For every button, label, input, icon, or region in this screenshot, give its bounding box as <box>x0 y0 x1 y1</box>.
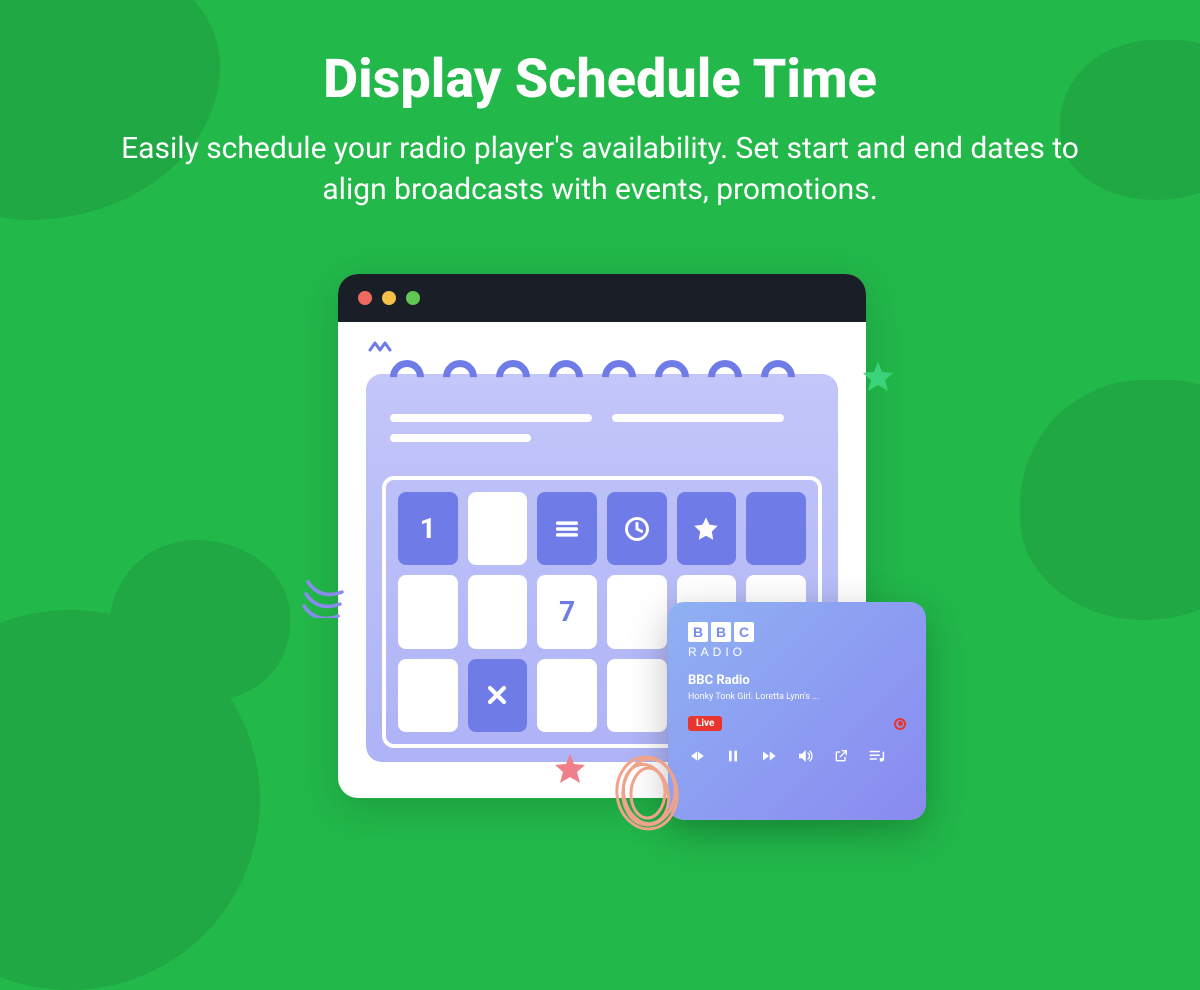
track-title: Honky Tonk Girl. Loretta Lynn's ... <box>688 692 906 702</box>
calendar-day-1[interactable]: 1 <box>398 492 458 565</box>
volume-button[interactable] <box>796 747 814 765</box>
skip-forward-icon <box>760 747 778 765</box>
playlist-button[interactable] <box>868 747 886 765</box>
player-controls <box>688 747 906 765</box>
page-title: Display Schedule Time <box>0 0 1200 111</box>
star-icon <box>692 515 720 543</box>
calendar-day-star[interactable] <box>677 492 737 565</box>
close-icon[interactable] <box>358 291 372 305</box>
popout-button[interactable] <box>832 748 850 764</box>
calendar-day[interactable] <box>607 659 667 732</box>
calendar-day[interactable] <box>468 492 528 565</box>
logo-letter: B <box>688 622 708 642</box>
playlist-icon <box>868 747 886 765</box>
maximize-icon[interactable] <box>406 291 420 305</box>
menu-icon <box>553 515 581 543</box>
calendar-day-cancel[interactable] <box>468 659 528 732</box>
station-name: BBC Radio <box>688 673 906 688</box>
logo-letter: C <box>734 622 754 642</box>
minimize-icon[interactable] <box>382 291 396 305</box>
bg-blob <box>110 540 290 700</box>
clock-icon <box>623 515 651 543</box>
window-titlebar <box>338 274 866 322</box>
logo-subtext: RADIO <box>688 645 906 659</box>
bg-blob <box>1020 380 1200 620</box>
logo-letter: B <box>711 622 731 642</box>
browser-window: 1 7 <box>338 274 866 798</box>
wave-decoration <box>302 574 346 618</box>
calendar-day[interactable] <box>398 659 458 732</box>
live-badge: Live <box>688 716 722 731</box>
pause-icon <box>725 748 741 764</box>
calendar-day[interactable] <box>398 575 458 648</box>
star-decoration <box>552 752 588 788</box>
calendar-rings <box>390 360 795 394</box>
star-decoration <box>860 360 896 396</box>
calendar-day[interactable] <box>746 492 806 565</box>
calendar-day-7[interactable]: 7 <box>537 575 597 648</box>
calendar-day-menu[interactable] <box>537 492 597 565</box>
station-logo: B B C RADIO <box>688 622 906 659</box>
close-icon <box>483 681 511 709</box>
pause-button[interactable] <box>724 748 742 764</box>
record-icon[interactable] <box>894 718 906 730</box>
page-subtitle: Easily schedule your radio player's avai… <box>110 129 1090 210</box>
squiggle-icon <box>368 338 394 354</box>
external-link-icon <box>833 748 849 764</box>
calendar-day[interactable] <box>607 575 667 648</box>
scribble-decoration <box>603 748 693 838</box>
calendar-day[interactable] <box>468 575 528 648</box>
volume-icon <box>796 747 814 765</box>
calendar-header-lines <box>390 414 814 454</box>
radio-player-card: B B C RADIO BBC Radio Honky Tonk Girl. L… <box>668 602 926 820</box>
next-track-button[interactable] <box>760 747 778 765</box>
calendar-day-clock[interactable] <box>607 492 667 565</box>
calendar-day[interactable] <box>537 659 597 732</box>
